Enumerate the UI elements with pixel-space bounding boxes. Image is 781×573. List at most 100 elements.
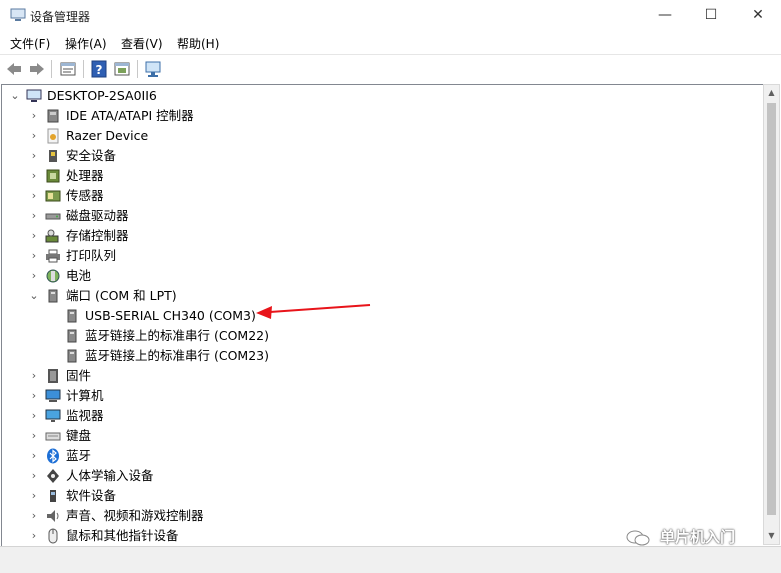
tree-item-label: 键盘 (66, 428, 92, 443)
tree-item[interactable]: › 磁盘驱动器 (2, 206, 762, 226)
scan-hardware-icon[interactable] (143, 59, 163, 79)
chevron-right-icon[interactable]: › (28, 226, 40, 246)
maximize-button[interactable]: ☐ (688, 0, 734, 31)
show-hidden-icon[interactable] (112, 59, 132, 79)
tree-item-label: 固件 (66, 368, 92, 383)
chevron-right-icon[interactable]: › (28, 506, 40, 526)
menu-view[interactable]: 查看(V) (121, 35, 163, 52)
window-title: 设备管理器 (30, 10, 91, 24)
tree-item-label: 处理器 (66, 168, 104, 183)
menu-help[interactable]: 帮助(H) (177, 35, 219, 52)
tree-item[interactable]: › 监视器 (2, 406, 762, 426)
watermark-text: 单片机入门 (660, 528, 736, 546)
razer-device-icon (47, 128, 59, 144)
tree-child-label: 蓝牙链接上的标准串行 (COM22) (85, 328, 269, 343)
printer-icon (46, 249, 60, 263)
chevron-right-icon[interactable]: › (28, 386, 40, 406)
scroll-thumb[interactable] (767, 103, 776, 515)
device-manager-icon (10, 8, 26, 21)
port-icon (67, 329, 77, 343)
tree-item[interactable]: › 计算机 (2, 386, 762, 406)
chevron-down-icon[interactable]: ⌄ (9, 86, 21, 106)
tree-item[interactable]: › IDE ATA/ATAPI 控制器 (2, 106, 762, 126)
tree-item[interactable]: › 电池 (2, 266, 762, 286)
tree-child-com22[interactable]: 蓝牙链接上的标准串行 (COM22) (2, 326, 762, 346)
chevron-right-icon[interactable]: › (28, 246, 40, 266)
tree-item-label: 蓝牙 (66, 448, 92, 463)
chevron-right-icon[interactable]: › (28, 406, 40, 426)
chevron-right-icon[interactable]: › (28, 186, 40, 206)
tree-child-label: USB-SERIAL CH340 (COM3) (85, 308, 256, 323)
tree-child-com23[interactable]: 蓝牙链接上的标准串行 (COM23) (2, 346, 762, 366)
computer-root-icon (26, 89, 42, 102)
toolbar-separator (137, 60, 138, 78)
port-icon (67, 349, 77, 363)
help-icon[interactable]: ? (89, 59, 109, 79)
minimize-button[interactable]: — (642, 0, 688, 31)
chevron-right-icon[interactable]: › (28, 166, 40, 186)
computer-icon (45, 389, 61, 402)
tree-item-label: IDE ATA/ATAPI 控制器 (66, 108, 194, 123)
chevron-right-icon[interactable]: › (28, 466, 40, 486)
maximize-icon: ☐ (704, 7, 718, 23)
scroll-up-icon[interactable]: ▲ (764, 85, 779, 101)
tree-item[interactable]: › 处理器 (2, 166, 762, 186)
tree-child-com3[interactable]: USB-SERIAL CH340 (COM3) (2, 306, 762, 326)
chevron-right-icon[interactable]: › (28, 266, 40, 286)
scroll-down-icon[interactable]: ▼ (764, 528, 779, 544)
tree-item[interactable]: › 人体学输入设备 (2, 466, 762, 486)
tree-item-label: Razer Device (66, 128, 149, 143)
port-icon (48, 289, 58, 303)
chevron-right-icon[interactable]: › (28, 106, 40, 126)
chevron-right-icon[interactable]: › (28, 526, 40, 546)
tree-item[interactable]: › 打印队列 (2, 246, 762, 266)
tree-root-label: DESKTOP-2SA0II6 (47, 88, 157, 103)
tree-item-label: 计算机 (66, 388, 104, 403)
tree-item[interactable]: › 固件 (2, 366, 762, 386)
security-device-icon (49, 150, 57, 162)
chevron-right-icon[interactable]: › (28, 486, 40, 506)
chevron-right-icon[interactable]: › (28, 126, 40, 146)
tree-item[interactable]: › 声音、视频和游戏控制器 (2, 506, 762, 526)
tree-item[interactable]: › 安全设备 (2, 146, 762, 166)
storage-controller-icon (45, 229, 59, 243)
back-icon[interactable] (4, 59, 24, 79)
monitor-icon (45, 409, 61, 422)
tree-item-label: 鼠标和其他指针设备 (66, 528, 179, 543)
tree-item[interactable]: › 蓝牙 (2, 446, 762, 466)
tree-item[interactable]: › 软件设备 (2, 486, 762, 506)
title-bar: 设备管理器 — ☐ ✕ (0, 0, 781, 31)
vertical-scrollbar[interactable]: ▲ ▼ (763, 84, 780, 545)
tree-item-label: 安全设备 (66, 148, 117, 163)
chevron-right-icon[interactable]: › (28, 146, 40, 166)
tree-child-label: 蓝牙链接上的标准串行 (COM23) (85, 348, 269, 363)
menu-file[interactable]: 文件(F) (10, 35, 50, 52)
tree-item-ports[interactable]: ⌄ 端口 (COM 和 LPT) (2, 286, 762, 306)
tree-root[interactable]: ⌄ DESKTOP-2SA0II6 (2, 86, 762, 106)
chevron-down-icon[interactable]: ⌄ (28, 286, 40, 306)
close-button[interactable]: ✕ (735, 0, 781, 31)
tree-item-label: 端口 (COM 和 LPT) (66, 288, 177, 303)
forward-icon[interactable] (27, 59, 47, 79)
close-icon: ✕ (752, 7, 764, 23)
keyboard-icon (45, 432, 61, 441)
chevron-right-icon[interactable]: › (28, 366, 40, 386)
svg-text:?: ? (96, 63, 103, 77)
port-icon (67, 309, 77, 323)
software-device-icon (50, 490, 56, 502)
tree-item[interactable]: › 存储控制器 (2, 226, 762, 246)
minimize-icon: — (658, 7, 672, 23)
tree-item[interactable]: › 键盘 (2, 426, 762, 446)
device-tree: ⌄ DESKTOP-2SA0II6 › IDE ATA/ATAPI 控制器 › … (1, 84, 764, 547)
menu-action[interactable]: 操作(A) (65, 35, 107, 52)
chevron-right-icon[interactable]: › (28, 446, 40, 466)
chevron-right-icon[interactable]: › (28, 426, 40, 446)
sound-icon (47, 510, 59, 522)
chevron-right-icon[interactable]: › (28, 206, 40, 226)
hid-icon (47, 469, 59, 483)
tree-item[interactable]: › 传感器 (2, 186, 762, 206)
tree-item-label: 打印队列 (66, 248, 117, 263)
properties-icon[interactable] (58, 59, 78, 79)
tree-item[interactable]: › Razer Device (2, 126, 762, 146)
tree-item-label: 软件设备 (66, 488, 117, 503)
